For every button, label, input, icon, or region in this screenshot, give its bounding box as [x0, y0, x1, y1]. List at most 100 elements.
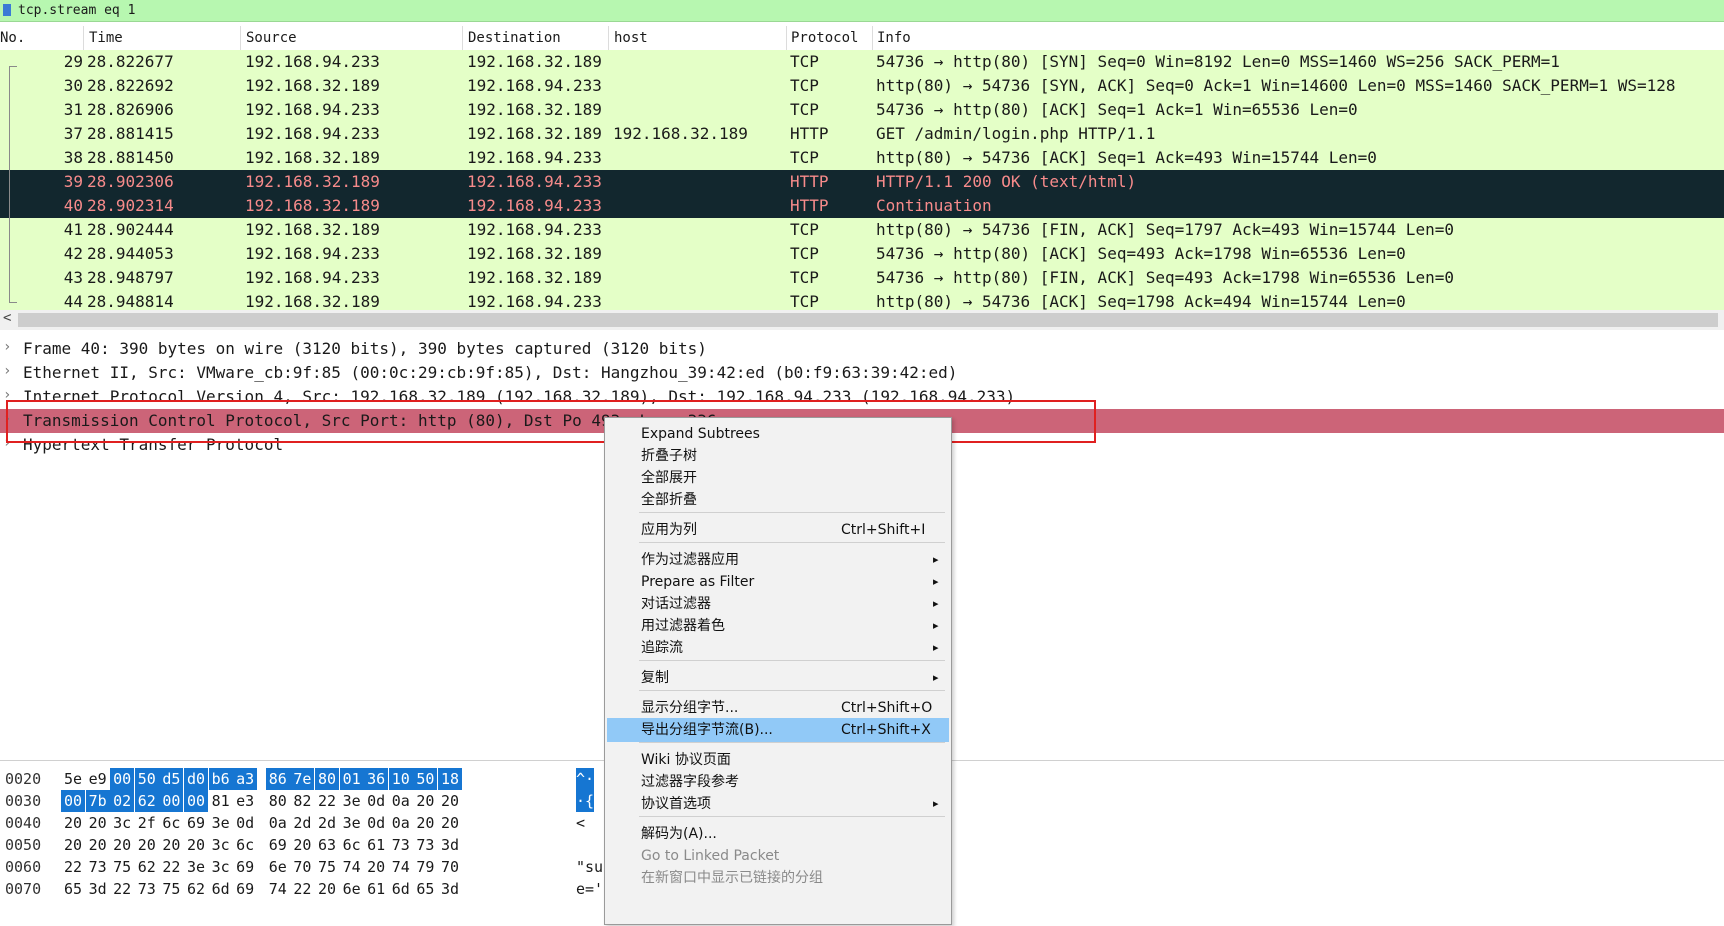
hex-byte[interactable]: 20	[413, 790, 437, 812]
hex-byte[interactable]: 20	[135, 834, 159, 856]
hex-byte[interactable]: 36	[364, 768, 389, 790]
hex-byte[interactable]: 3d	[438, 878, 462, 900]
hex-byte[interactable]: 3e	[340, 812, 364, 834]
menu-item[interactable]: Expand Subtrees	[607, 422, 949, 446]
column-divider[interactable]	[608, 26, 609, 50]
hex-ascii[interactable]: e='	[576, 878, 603, 900]
hex-byte[interactable]: 00	[159, 790, 184, 812]
detail-tree-item[interactable]: › Frame 40: 390 bytes on wire (3120 bits)…	[0, 337, 1724, 361]
menu-item[interactable]: Wiki 协议页面	[607, 748, 949, 772]
hex-byte[interactable]: 20	[438, 790, 462, 812]
display-filter-input[interactable]: tcp.stream eq 1	[18, 3, 135, 18]
hex-byte[interactable]: 10	[388, 768, 413, 790]
hex-byte[interactable]: 18	[438, 768, 462, 790]
hex-byte[interactable]: 61	[364, 834, 388, 856]
hex-ascii[interactable]: ·{	[576, 790, 595, 812]
hex-byte[interactable]: 20	[110, 834, 134, 856]
packet-row[interactable]: 29 28.822677 192.168.94.233 192.168.32.189 T…	[0, 50, 1724, 74]
column-header-destination[interactable]: Destination	[468, 30, 561, 46]
hex-byte[interactable]: 20	[86, 834, 110, 856]
hex-byte[interactable]: 0a	[389, 812, 413, 834]
hex-byte[interactable]: 70	[290, 856, 314, 878]
column-header-info[interactable]: Info	[877, 30, 911, 46]
hex-byte[interactable]: 7e	[290, 768, 315, 790]
hex-byte[interactable]: 65	[61, 878, 85, 900]
hex-byte[interactable]: 3e	[340, 790, 364, 812]
hex-byte[interactable]: 6e	[266, 856, 290, 878]
menu-item[interactable]: 过滤器字段参考	[607, 770, 949, 794]
scrollbar-thumb[interactable]	[18, 313, 1718, 327]
menu-item[interactable]: 作为过滤器应用 ▸	[607, 548, 949, 572]
hex-byte[interactable]: 69	[266, 834, 290, 856]
hex-byte[interactable]: 0d	[233, 812, 257, 834]
hex-byte[interactable]: 73	[135, 878, 159, 900]
menu-item[interactable]: 全部折叠	[607, 488, 949, 512]
column-divider[interactable]	[240, 26, 241, 50]
hex-byte[interactable]: 74	[389, 856, 413, 878]
column-header-host[interactable]: host	[614, 30, 648, 46]
hex-byte[interactable]: 74	[340, 856, 364, 878]
hex-byte[interactable]: 20	[61, 834, 85, 856]
packet-row[interactable]: 38 28.881450 192.168.32.189 192.168.94.233 T…	[0, 146, 1724, 170]
hex-byte[interactable]: 01	[339, 768, 364, 790]
packet-row[interactable]: 42 28.944053 192.168.94.233 192.168.32.189 T…	[0, 242, 1724, 266]
menu-item[interactable]: 全部展开	[607, 466, 949, 490]
hex-byte[interactable]: 6d	[209, 878, 233, 900]
column-header-source[interactable]: Source	[246, 30, 297, 46]
hex-byte[interactable]: 02	[110, 790, 135, 812]
column-header-no[interactable]: No.	[0, 30, 25, 46]
hex-byte[interactable]: 80	[266, 790, 290, 812]
hex-byte[interactable]: d0	[184, 768, 208, 790]
hex-byte[interactable]: 50	[413, 768, 438, 790]
menu-item[interactable]: 解码为(A)...	[607, 822, 949, 846]
hex-byte[interactable]: 3d	[438, 834, 462, 856]
column-header-protocol[interactable]: Protocol	[791, 30, 858, 46]
menu-item[interactable]: 追踪流 ▸	[607, 636, 949, 660]
hex-ascii[interactable]: <	[576, 812, 585, 834]
hex-byte[interactable]: 20	[86, 812, 110, 834]
hex-byte[interactable]: 86	[265, 768, 290, 790]
hex-byte[interactable]: 6e	[340, 878, 364, 900]
column-divider[interactable]	[872, 26, 873, 50]
hex-byte[interactable]: 20	[438, 812, 462, 834]
hex-byte[interactable]: 20	[290, 834, 314, 856]
packet-row[interactable]: 39 28.902306 192.168.32.189 192.168.94.233 H…	[0, 170, 1724, 194]
hex-byte[interactable]: 73	[86, 856, 110, 878]
hex-byte[interactable]: a3	[233, 768, 258, 790]
horizontal-scrollbar[interactable]: <	[0, 310, 1724, 330]
menu-item[interactable]: 显示分组字节... Ctrl+Shift+O	[607, 696, 949, 720]
hex-byte[interactable]: 62	[184, 878, 208, 900]
column-divider[interactable]	[83, 26, 84, 50]
display-filter-bar[interactable]: tcp.stream eq 1	[0, 0, 1724, 22]
hex-byte[interactable]: 80	[315, 768, 339, 790]
menu-item[interactable]: 应用为列 Ctrl+Shift+I	[607, 518, 949, 542]
hex-byte[interactable]: 73	[413, 834, 437, 856]
menu-item[interactable]: 用过滤器着色 ▸	[607, 614, 949, 638]
hex-byte[interactable]: e3	[233, 790, 257, 812]
hex-byte[interactable]: d5	[159, 768, 184, 790]
hex-byte[interactable]: 0a	[389, 790, 413, 812]
scroll-left-icon[interactable]: <	[3, 310, 11, 326]
packet-list[interactable]: 29 28.822677 192.168.94.233 192.168.32.189 T…	[0, 50, 1724, 310]
bookmark-icon[interactable]	[3, 4, 11, 16]
hex-byte[interactable]: 65	[413, 878, 437, 900]
hex-byte[interactable]: 6c	[233, 834, 257, 856]
hex-byte[interactable]: 20	[61, 812, 85, 834]
hex-byte[interactable]: 69	[233, 856, 257, 878]
hex-byte[interactable]: 61	[364, 878, 388, 900]
hex-byte[interactable]: 0d	[364, 790, 388, 812]
hex-byte[interactable]: 2d	[290, 812, 314, 834]
hex-byte[interactable]: 62	[135, 856, 159, 878]
column-divider[interactable]	[786, 26, 787, 50]
hex-byte[interactable]: 74	[266, 878, 290, 900]
hex-byte[interactable]: 3e	[184, 856, 208, 878]
hex-byte[interactable]: 82	[290, 790, 314, 812]
hex-byte[interactable]: 5e	[61, 768, 85, 790]
hex-byte[interactable]: 50	[134, 768, 159, 790]
hex-byte[interactable]: 3c	[209, 834, 233, 856]
chevron-right-icon[interactable]: ›	[3, 363, 11, 379]
hex-byte[interactable]: 0a	[266, 812, 290, 834]
hex-byte[interactable]: 20	[184, 834, 208, 856]
hex-byte[interactable]: 0d	[364, 812, 388, 834]
hex-byte[interactable]: 6d	[389, 878, 413, 900]
